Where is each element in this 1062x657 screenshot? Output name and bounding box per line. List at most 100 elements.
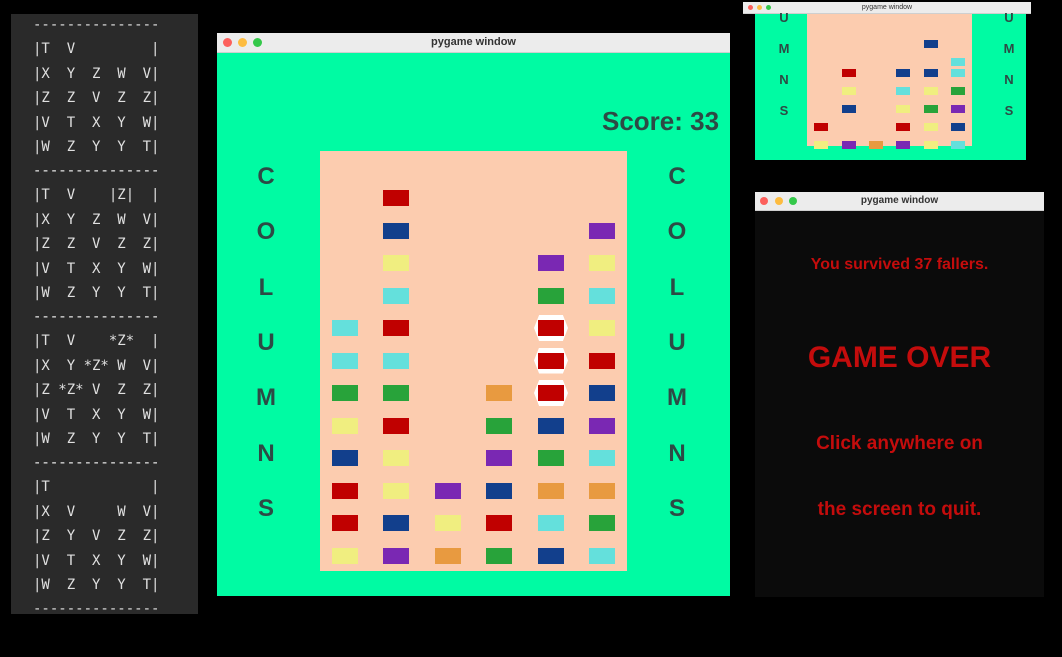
jewel: [896, 87, 910, 95]
jewel: [486, 515, 512, 531]
game-over-headline: GAME OVER: [807, 341, 992, 374]
jewel: [383, 450, 409, 466]
side-letter: L: [669, 273, 685, 301]
jewel: [486, 450, 512, 466]
side-letter: U: [257, 328, 275, 356]
side-letter: U: [1004, 10, 1014, 25]
side-letter: C: [257, 163, 275, 190]
jewel: [332, 547, 358, 564]
jewel: [589, 255, 615, 271]
terminal-line: |T V |Z| |: [33, 187, 160, 204]
terminal-line: |Z Y V Z Z|: [33, 528, 160, 545]
side-letter: S: [668, 494, 685, 522]
jewel: [332, 352, 358, 369]
jewel: [589, 222, 615, 239]
jewel: [538, 287, 564, 304]
jewel: [538, 482, 564, 499]
terminal-board-state: --------------- |T | |X V W V| |Z Y V Z Z| |…: [11, 452, 198, 617]
terminal-line: |X V W V|: [33, 503, 160, 520]
falling-jewel: [538, 352, 564, 369]
jewel: [383, 190, 409, 206]
jewel: [924, 105, 938, 113]
falling-jewel: [538, 320, 564, 336]
side-letter: M: [1003, 41, 1015, 56]
terminal-line: |W Z Y Y T|: [33, 139, 160, 155]
jewel: [538, 417, 564, 434]
preview-game-board: [807, 14, 972, 149]
preview-game-canvas[interactable]: U M N S U M N S: [755, 10, 1026, 160]
terminal-line: |W Z Y Y T|: [33, 285, 160, 301]
main-window-titlebar[interactable]: pygame window: [217, 33, 730, 53]
jewel: [486, 482, 512, 499]
terminal-line: ---------------: [33, 17, 160, 33]
side-letter: N: [779, 72, 789, 87]
jewel: [435, 547, 461, 564]
side-letter: O: [256, 218, 276, 246]
jewel: [589, 450, 615, 466]
jewel: [951, 105, 965, 113]
score-display: Score: 33: [602, 106, 720, 136]
terminal-line: ---------------: [33, 309, 160, 325]
jewel: [896, 141, 910, 149]
game-board[interactable]: [320, 151, 627, 571]
terminal-line: |V T X Y W|: [33, 114, 160, 131]
jewel: [332, 385, 358, 401]
terminal-line: |T |: [33, 479, 160, 496]
jewel: [842, 105, 856, 113]
terminal-line: |V T X Y W|: [33, 406, 160, 423]
game-over-window[interactable]: pygame window You survived 37 fallers. G…: [755, 192, 1044, 597]
jewel: [589, 320, 615, 336]
terminal-line: |W Z Y Y T|: [33, 577, 160, 593]
jewel: [383, 222, 409, 239]
jewel: [924, 123, 938, 131]
side-letter: M: [667, 384, 687, 412]
jewel: [924, 141, 938, 149]
jewel: [589, 352, 615, 369]
jewel: [383, 287, 409, 304]
terminal-line: |W Z Y Y T|: [33, 431, 160, 447]
jewel: [951, 123, 965, 131]
jewel: [589, 417, 615, 434]
jewel: [924, 40, 938, 48]
side-letter: S: [779, 103, 789, 118]
jewel: [589, 482, 615, 499]
quit-instruction-line-1: Click anywhere on: [816, 433, 983, 454]
game-over-canvas[interactable]: You survived 37 fallers. GAME OVER Click…: [755, 211, 1044, 597]
jewel: [538, 547, 564, 564]
terminal-line: |Z Z V Z Z|: [33, 236, 160, 253]
preview-pygame-window[interactable]: pygame window UMNSUMNS: [743, 2, 1031, 160]
side-letter: C: [668, 163, 686, 190]
side-letter: O: [667, 218, 687, 246]
terminal-output: --------------- |T V | |X Y Z W V| |Z Z V Z…: [11, 14, 198, 617]
jewel: [869, 141, 883, 149]
terminal-line: |Z Z V Z Z|: [33, 90, 160, 107]
jewel: [383, 417, 409, 434]
jewel: [332, 515, 358, 531]
terminal-line: |T V |: [33, 41, 160, 58]
jewel: [842, 69, 856, 77]
side-letter: N: [668, 439, 686, 467]
terminal-line: |X Y Z W V|: [33, 211, 160, 228]
falling-jewel: [538, 385, 564, 401]
jewel: [589, 547, 615, 564]
main-pygame-window[interactable]: pygame window Score: 33 COLUMNSCOLUMNS: [217, 33, 730, 596]
game-canvas[interactable]: Score: 33 COLUMNSCOLUMNS: [217, 53, 730, 596]
jewel: [814, 141, 828, 149]
game-over-titlebar[interactable]: pygame window: [755, 192, 1044, 211]
side-letter: N: [257, 439, 275, 467]
jewel: [332, 417, 358, 434]
jewel: [486, 385, 512, 401]
terminal-line: ---------------: [33, 455, 160, 471]
terminal-board-state: --------------- |T V | |X Y Z W V| |Z Z V Z…: [11, 14, 198, 179]
quit-instruction-line-2: the screen to quit.: [817, 499, 982, 520]
terminal-line: |V T X Y W|: [33, 552, 160, 569]
jewel: [383, 515, 409, 531]
side-letter: S: [257, 494, 274, 522]
jewel: [589, 287, 615, 304]
jewel: [383, 320, 409, 336]
jewel: [589, 385, 615, 401]
jewel: [486, 417, 512, 434]
side-letter: U: [668, 328, 686, 356]
side-letter: N: [1004, 72, 1014, 87]
jewel: [896, 105, 910, 113]
